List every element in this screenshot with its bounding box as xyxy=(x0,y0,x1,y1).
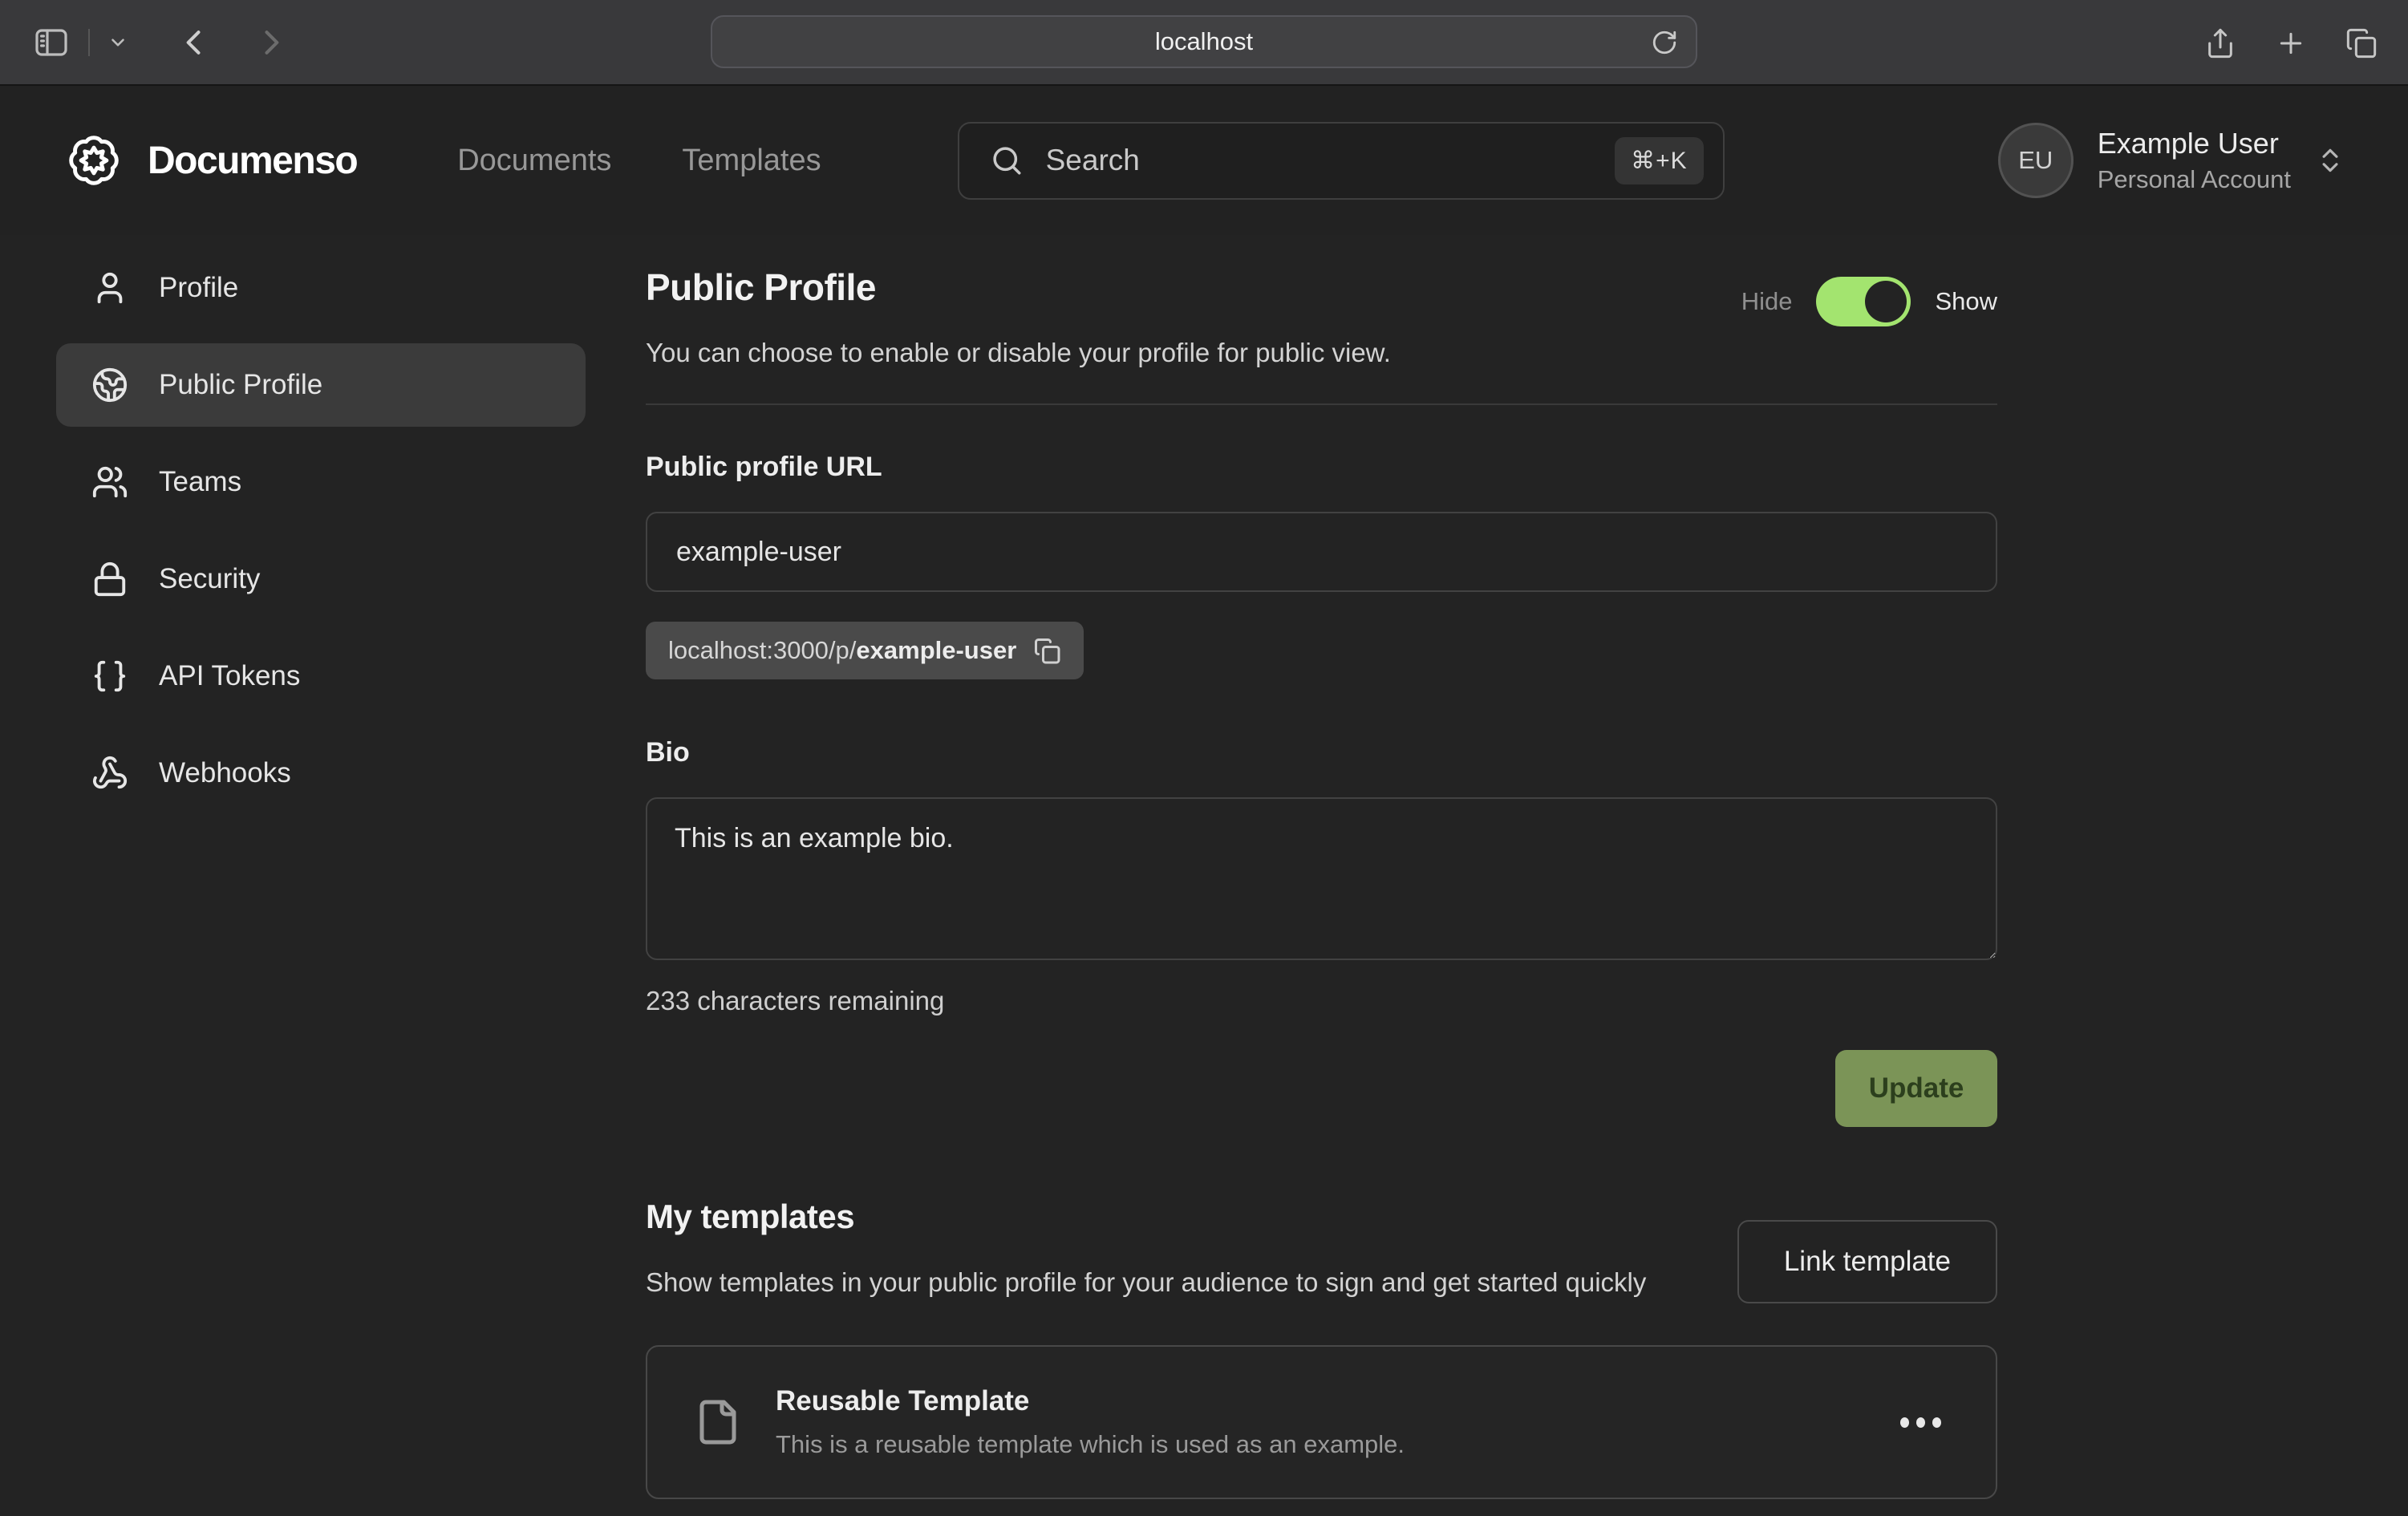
avatar: EU xyxy=(1998,123,2074,198)
top-nav: Documents Templates xyxy=(457,144,821,178)
forward-button[interactable] xyxy=(253,25,289,60)
sidebar-item-api-tokens[interactable]: API Tokens xyxy=(56,634,586,718)
account-names: Example User Personal Account xyxy=(2098,127,2291,194)
documenso-logo-icon xyxy=(63,129,125,192)
users-icon xyxy=(91,464,128,501)
chrome-divider xyxy=(88,29,90,56)
template-texts: Reusable Template This is a reusable tem… xyxy=(776,1385,1892,1459)
toggle-hide-label: Hide xyxy=(1741,287,1793,316)
toggle-show-label: Show xyxy=(1935,287,1997,316)
file-icon xyxy=(694,1398,742,1446)
public-profile-url-input[interactable] xyxy=(646,512,1997,592)
settings-sidebar: Profile Public Profile Teams xyxy=(56,246,586,1499)
sidebar-item-webhooks[interactable]: Webhooks xyxy=(56,732,586,815)
profile-visibility-toggle[interactable] xyxy=(1816,277,1911,326)
template-description: This is a reusable template which is use… xyxy=(776,1430,1892,1459)
bio-textarea[interactable]: This is an example bio. xyxy=(646,797,1997,960)
my-templates-title: My templates xyxy=(646,1198,1646,1236)
profile-url-chip[interactable]: localhost:3000/p/example-user xyxy=(646,622,1084,679)
tab-overview-icon[interactable] xyxy=(2345,27,2378,59)
share-icon[interactable] xyxy=(2204,27,2236,59)
braces-icon xyxy=(91,658,128,695)
webhook-icon xyxy=(91,755,128,792)
sidebar-item-teams[interactable]: Teams xyxy=(56,440,586,524)
brand-logo[interactable]: Documenso xyxy=(63,129,357,192)
sidebar-item-security[interactable]: Security xyxy=(56,537,586,621)
my-templates-description: Show templates in your public profile fo… xyxy=(646,1262,1646,1303)
nav-documents[interactable]: Documents xyxy=(457,144,611,178)
template-menu-button[interactable] xyxy=(1892,1409,1949,1436)
characters-remaining: 233 characters remaining xyxy=(646,986,1997,1016)
chevrons-up-down-icon xyxy=(2315,145,2345,176)
account-type: Personal Account xyxy=(2098,165,2291,194)
template-card: Reusable Template This is a reusable tem… xyxy=(646,1345,1997,1499)
lock-icon xyxy=(91,561,128,598)
app-body: Profile Public Profile Teams xyxy=(0,235,2408,1499)
url-field-label: Public profile URL xyxy=(646,452,1997,483)
profile-url-text: localhost:3000/p/example-user xyxy=(668,636,1016,665)
chevron-down-icon[interactable] xyxy=(107,32,128,53)
copy-icon[interactable] xyxy=(1032,636,1061,665)
search-input[interactable]: Search ⌘+K xyxy=(958,122,1725,200)
main-content: Public Profile You can choose to enable … xyxy=(646,246,1997,1499)
link-template-button[interactable]: Link template xyxy=(1737,1220,1997,1303)
address-bar[interactable]: localhost xyxy=(711,15,1697,68)
account-name: Example User xyxy=(2098,127,2291,160)
search-icon xyxy=(990,144,1024,177)
user-icon xyxy=(91,270,128,306)
search-shortcut-badge: ⌘+K xyxy=(1615,137,1704,184)
new-tab-icon[interactable] xyxy=(2275,27,2307,59)
page-title: Public Profile xyxy=(646,266,1391,309)
sidebar-item-public-profile[interactable]: Public Profile xyxy=(56,343,586,427)
profile-visibility-toggle-row: Hide Show xyxy=(1741,277,1997,326)
toggle-knob xyxy=(1865,281,1907,322)
browser-chrome: localhost xyxy=(0,0,2408,86)
sidebar-item-profile[interactable]: Profile xyxy=(56,246,586,330)
brand-name: Documenso xyxy=(148,139,357,183)
search-placeholder: Search xyxy=(1046,144,1615,177)
account-menu[interactable]: EU Example User Personal Account xyxy=(1998,123,2345,198)
template-title: Reusable Template xyxy=(776,1385,1892,1417)
bio-field-label: Bio xyxy=(646,737,1997,768)
app-header: Documenso Documents Templates Search ⌘+K… xyxy=(0,86,2408,235)
globe-icon xyxy=(91,367,128,403)
nav-templates[interactable]: Templates xyxy=(682,144,821,178)
page-subtitle: You can choose to enable or disable your… xyxy=(646,338,1391,368)
update-button[interactable]: Update xyxy=(1835,1050,1997,1127)
back-button[interactable] xyxy=(176,25,212,60)
section-divider xyxy=(646,403,1997,405)
address-bar-url: localhost xyxy=(1155,27,1253,56)
refresh-icon[interactable] xyxy=(1651,29,1678,56)
sidebar-panel-icon[interactable] xyxy=(32,23,71,62)
